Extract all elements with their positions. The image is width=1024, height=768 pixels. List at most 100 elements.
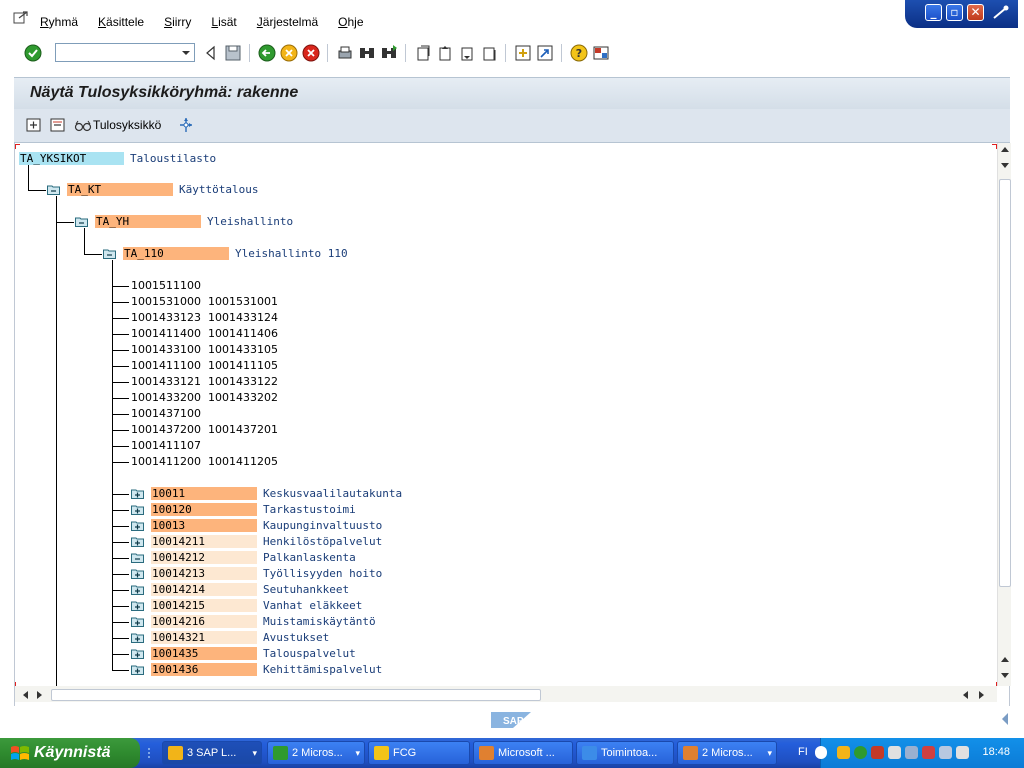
horizontal-scrollbar[interactable] (15, 686, 997, 702)
tree-leaf-value[interactable]: 1001437200 (131, 423, 201, 436)
tree-leaf-value-to[interactable]: 1001433105 (208, 343, 278, 356)
hierarchy-icon[interactable] (178, 117, 194, 133)
exit-icon[interactable] (280, 44, 298, 62)
menu-kasittele[interactable]: Käsittele (98, 15, 144, 29)
save-icon[interactable] (224, 44, 242, 62)
language-indicator[interactable]: FI (798, 746, 808, 758)
tree-leaf-value[interactable]: 1001433200 (131, 391, 201, 404)
menu-lisat[interactable]: Lisät (211, 15, 236, 29)
tray-shield-icon[interactable] (888, 746, 901, 759)
tree-leaf-value[interactable]: 1001411107 (131, 439, 201, 452)
menu-siirry[interactable]: Siirry (164, 15, 191, 29)
cancel-icon[interactable] (302, 44, 320, 62)
status-expand-icon[interactable] (1000, 712, 1010, 726)
tree-group-code[interactable]: 10014213 (151, 567, 257, 580)
folder-expand-icon[interactable] (131, 504, 144, 515)
tree-leaf-value-to[interactable]: 1001411406 (208, 327, 278, 340)
restore-button[interactable]: ▫ (946, 4, 963, 21)
first-page-icon[interactable] (414, 44, 432, 62)
taskbar-button[interactable]: 2 Micros... ▾ (267, 741, 365, 765)
triangle-left-icon[interactable] (202, 44, 220, 62)
folder-expand-icon[interactable] (131, 568, 144, 579)
tree-group-code[interactable]: 10014211 (151, 535, 257, 548)
vertical-scroll-thumb[interactable] (999, 179, 1011, 587)
new-session-icon[interactable] (514, 44, 532, 62)
tree-leaf-value-to[interactable]: 1001437201 (208, 423, 278, 436)
back-icon[interactable] (258, 44, 276, 62)
tree-leaf-value-to[interactable]: 1001433202 (208, 391, 278, 404)
taskbar-button[interactable]: Microsoft ... (473, 741, 573, 765)
tray-monitor-icon[interactable] (939, 746, 952, 759)
clock[interactable]: 18:48 (982, 746, 1010, 758)
tray-security-icon[interactable] (871, 746, 884, 759)
tree-leaf-value[interactable]: 1001433123 (131, 311, 201, 324)
folder-expand-icon[interactable] (131, 520, 144, 531)
tree-group-code[interactable]: 10014212 (151, 551, 257, 564)
minimize-button[interactable]: _ (925, 4, 942, 21)
taskbar-button[interactable]: 3 SAP L... ▾ (162, 741, 262, 765)
tray-display-icon[interactable] (905, 746, 918, 759)
folder-expand-icon[interactable] (131, 584, 144, 595)
tree-group-code[interactable]: 1001436 (151, 663, 257, 676)
scroll-bottom-icon[interactable] (1001, 673, 1009, 678)
tree-leaf-value-to[interactable]: 1001411205 (208, 455, 278, 468)
menu-jarjestelma[interactable]: Järjestelmä (257, 15, 318, 29)
folder-expand-icon[interactable] (131, 616, 144, 627)
tray-network-icon[interactable] (854, 746, 867, 759)
tree-group-code[interactable]: 10014214 (151, 583, 257, 596)
previous-page-icon[interactable] (436, 44, 454, 62)
horizontal-scroll-thumb[interactable] (51, 689, 541, 701)
folder-expand-icon[interactable] (131, 536, 144, 547)
expand-subtree-icon[interactable] (26, 117, 42, 133)
folder-collapse-icon[interactable] (47, 184, 60, 195)
taskbar-button[interactable]: FCG (368, 741, 470, 765)
folder-expand-icon[interactable] (131, 600, 144, 611)
command-field[interactable] (55, 43, 195, 62)
folder-expand-icon[interactable] (131, 488, 144, 499)
scroll-right-icon[interactable] (979, 691, 984, 699)
menu-ohje[interactable]: Ohje (338, 15, 363, 29)
tree-group-code[interactable]: 10014215 (151, 599, 257, 612)
tray-app-icon[interactable] (837, 746, 850, 759)
next-page-icon[interactable] (458, 44, 476, 62)
folder-collapse-icon[interactable] (103, 248, 116, 259)
collapse-subtree-icon[interactable] (50, 117, 66, 133)
folder-expand-icon[interactable] (131, 648, 144, 659)
chevron-down-icon[interactable] (178, 44, 194, 61)
tree-leaf-value[interactable]: 1001433121 (131, 375, 201, 388)
tree-group-code[interactable]: 100120 (151, 503, 257, 516)
folder-expand-icon[interactable] (131, 664, 144, 675)
tree-leaf-value[interactable]: 1001433100 (131, 343, 201, 356)
close-button[interactable]: ✕ (967, 4, 984, 21)
print-icon[interactable] (336, 44, 354, 62)
tree-node-code[interactable]: TA_YH (95, 215, 201, 228)
tree-leaf-value-to[interactable]: 1001411105 (208, 359, 278, 372)
start-button[interactable]: Käynnistä (0, 738, 140, 768)
tree-leaf-value-to[interactable]: 1001433124 (208, 311, 278, 324)
tree-leaf-value[interactable]: 1001531000 (131, 295, 201, 308)
tray-expand-icon[interactable] (815, 746, 827, 759)
tree-group-code[interactable]: 1001435 (151, 647, 257, 660)
last-page-icon[interactable] (480, 44, 498, 62)
help-icon[interactable]: ? (570, 44, 588, 62)
tree-root-code[interactable]: TA_YKSIKOT (19, 152, 124, 165)
scroll-right-small-icon[interactable] (37, 691, 42, 699)
find-icon[interactable] (358, 44, 376, 62)
scroll-top-icon[interactable] (1001, 147, 1009, 152)
taskbar-button[interactable]: Toimintoa... (576, 741, 674, 765)
tree-leaf-value-to[interactable]: 1001433122 (208, 375, 278, 388)
tree-leaf-value[interactable]: 1001437100 (131, 407, 201, 420)
tree-leaf-value-to[interactable]: 1001531001 (208, 295, 278, 308)
layout-menu-icon[interactable] (592, 44, 610, 62)
tree-group-code[interactable]: 10013 (151, 519, 257, 532)
folder-collapse-icon[interactable] (131, 552, 144, 563)
taskbar-button[interactable]: 2 Micros... ▾ (677, 741, 777, 765)
vertical-scrollbar[interactable] (997, 143, 1011, 686)
scroll-up-icon[interactable] (1001, 163, 1009, 168)
scroll-left-end-icon[interactable] (963, 691, 968, 699)
tree-group-code[interactable]: 10011 (151, 487, 257, 500)
tree-group-code[interactable]: 10014216 (151, 615, 257, 628)
tree-leaf-value[interactable]: 1001511100 (131, 279, 201, 292)
tray-update-icon[interactable] (922, 746, 935, 759)
menu-exit-icon[interactable] (12, 10, 30, 26)
